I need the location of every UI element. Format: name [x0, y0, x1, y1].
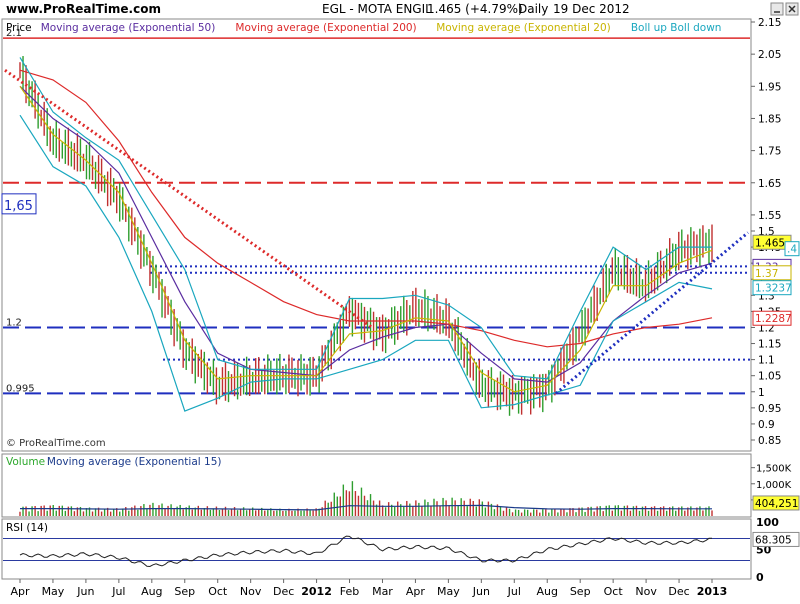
x-axis: Apr May Jun Jul Aug Sep Oct Nov Dec 2012 Feb Mar Apr… [10, 579, 727, 598]
y-tick-label-16: 1.75 [758, 146, 781, 158]
y-tick-label-3: 1 [758, 387, 765, 399]
volume-tick-label-0: 1,500K [756, 464, 792, 475]
level-label-low: 0.995 [6, 383, 35, 394]
x-tick-label-10: Feb [340, 585, 359, 598]
x-tick-label-21: 2013 [697, 585, 728, 598]
x-tick-label-15: Jul [507, 585, 521, 598]
x-tick-label-20: Dec [668, 585, 689, 598]
volume-legend: Volume Moving average (Exponential 15) [6, 456, 221, 468]
value-tags: 1.465.41.331.371.32371.2287 [752, 234, 800, 326]
x-tick-label-1: May [42, 585, 65, 598]
header-bar: www.ProRealTime.com EGL - MOTA ENGIL 1.4… [6, 2, 799, 16]
legend-item-2: Moving average (Exponential 200) [235, 22, 416, 34]
volume-tick-label-1: 1,000K [756, 480, 792, 491]
y-tick-label-15: 1.65 [758, 178, 781, 190]
period-text: Daily [518, 2, 548, 16]
minimize-icon[interactable] [770, 2, 784, 16]
volume-axis: 1,500K1,000K500K404,251 [751, 464, 800, 511]
rsi-legend: RSI (14) [6, 522, 48, 534]
y-tick-label-1: 0.9 [758, 419, 775, 431]
volume-legend-item-1: Moving average (Exponential 15) [47, 456, 222, 468]
x-tick-label-17: Sep [570, 585, 591, 598]
volume-legend-item-0: Volume [6, 456, 45, 468]
y-tick-label-2: 0.95 [758, 403, 781, 415]
x-tick-label-4: Aug [141, 585, 162, 598]
value-tag-label-1: .4 [787, 244, 797, 256]
y-tick-label-5: 1.1 [758, 355, 775, 367]
y-tick-label-18: 1.95 [758, 81, 781, 93]
x-tick-label-11: Mar [372, 585, 393, 598]
chart-canvas: www.ProRealTime.com EGL - MOTA ENGIL 1.4… [1, 2, 800, 598]
value-tag-label-3: 1.37 [755, 268, 778, 280]
quote-text: 1.465 (+4.79%) [427, 2, 523, 16]
rsi-tick-label-0: 100 [756, 516, 779, 529]
y-tick-label-17: 1.85 [758, 113, 781, 125]
x-tick-label-9: 2012 [301, 585, 332, 598]
y-tick-label-4: 1.05 [758, 371, 781, 383]
x-tick-label-12: Apr [406, 585, 426, 598]
rsi-panel-frame [1, 518, 752, 580]
legend-item-3: Moving average (Exponential 20) [436, 22, 611, 34]
level-label-left: 1,65 [4, 199, 33, 214]
volume-current-label: 404,251 [755, 498, 798, 510]
x-tick-label-14: Jun [472, 585, 490, 598]
legend-item-4: Boll up Boll down [631, 22, 722, 34]
x-tick-label-0: Apr [10, 585, 30, 598]
x-tick-label-19: Nov [635, 585, 657, 598]
rsi-tick-label-2: 0 [756, 571, 764, 584]
level-label-mid: 1.2 [6, 317, 22, 328]
x-tick-label-18: Oct [604, 585, 624, 598]
rsi-current-label: 68.305 [755, 534, 792, 546]
x-tick-label-2: Jun [76, 585, 94, 598]
site-name[interactable]: www.ProRealTime.com [6, 2, 161, 16]
x-tick-label-3: Jul [111, 585, 125, 598]
y-tick-label-19: 2.05 [758, 49, 781, 61]
x-tick-label-7: Nov [240, 585, 262, 598]
date-text: 19 Dec 2012 [553, 2, 630, 16]
y-tick-label-14: 1.55 [758, 210, 781, 222]
value-tag-label-4: 1.3237 [755, 283, 792, 295]
x-tick-label-13: May [437, 585, 460, 598]
instrument-name: EGL - MOTA ENGIL [322, 2, 432, 16]
y-tick-label-20: 2.15 [758, 17, 781, 29]
value-tag-label-5: 1.2287 [755, 313, 792, 325]
y-tick-label-6: 1.15 [758, 339, 781, 351]
price-axis: 0.850.90.9511.051.11.151.21.251.31.351.4… [751, 17, 781, 447]
watermark: © ProRealTime.com [6, 438, 106, 449]
y-tick-label-0: 0.85 [758, 435, 781, 447]
level-label-top: 2.1 [6, 28, 22, 39]
x-tick-label-8: Dec [273, 585, 294, 598]
x-tick-label-5: Sep [174, 585, 195, 598]
x-tick-label-6: Oct [208, 585, 228, 598]
value-tag-label-0: 1.465 [755, 237, 785, 249]
legend-item-1: Moving average (Exponential 50) [41, 22, 216, 34]
x-tick-label-16: Aug [536, 585, 557, 598]
price-panel-frame [1, 18, 752, 452]
